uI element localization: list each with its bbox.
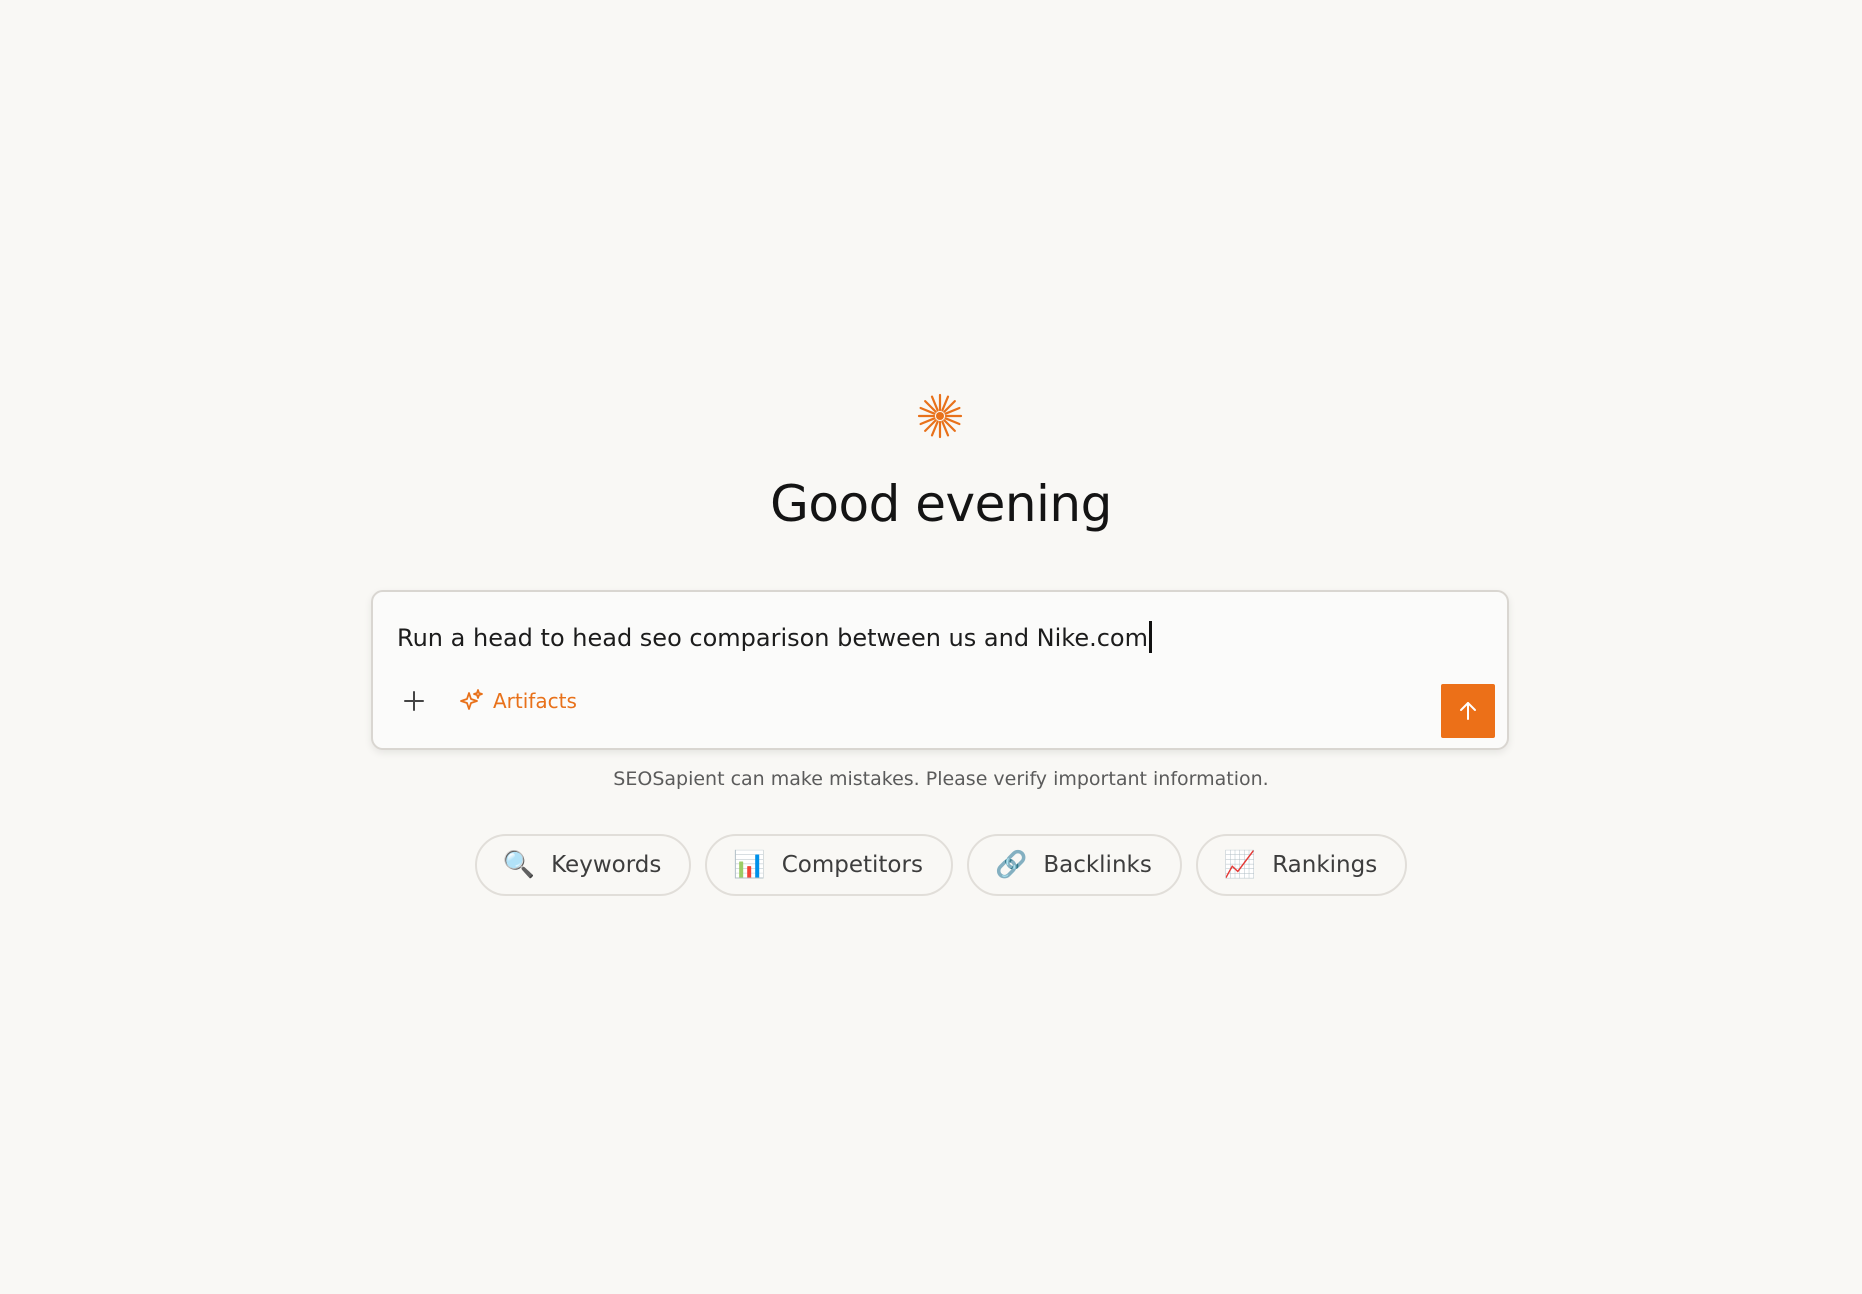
chip-competitors[interactable]: 📊 Competitors bbox=[705, 834, 953, 896]
disclaimer-text: SEOSapient can make mistakes. Please ver… bbox=[613, 768, 1269, 790]
link-icon: 🔗 bbox=[994, 850, 1028, 880]
chip-label: Backlinks bbox=[1043, 852, 1152, 878]
attach-button[interactable] bbox=[397, 684, 431, 718]
chip-label: Competitors bbox=[781, 852, 923, 878]
artifacts-button[interactable]: Artifacts bbox=[459, 684, 577, 718]
prompt-input-text: Run a head to head seo comparison betwee… bbox=[397, 624, 1148, 652]
suggestion-chips: 🔍 Keywords 📊 Competitors 🔗 Backlinks 📈 R… bbox=[0, 834, 1862, 896]
send-button[interactable] bbox=[1441, 684, 1495, 738]
chip-backlinks[interactable]: 🔗 Backlinks bbox=[966, 834, 1182, 896]
arrow-up-icon bbox=[1460, 702, 1476, 720]
chip-keywords[interactable]: 🔍 Keywords bbox=[474, 834, 692, 896]
bar-chart-icon: 📊 bbox=[733, 850, 766, 880]
artifacts-label: Artifacts bbox=[493, 689, 577, 713]
chip-rankings[interactable]: 📈 Rankings bbox=[1195, 834, 1408, 896]
prompt-composer: Run a head to head seo comparison betwee… bbox=[371, 590, 1509, 750]
page: Good evening Run a head to head seo comp… bbox=[0, 0, 1862, 1294]
sparkles-icon bbox=[460, 689, 483, 710]
greeting-heading: Good evening bbox=[770, 475, 1112, 533]
text-caret bbox=[1149, 621, 1152, 653]
plus-icon bbox=[404, 691, 424, 711]
chip-label: Keywords bbox=[551, 852, 662, 878]
trend-up-icon: 📈 bbox=[1223, 850, 1257, 880]
prompt-input[interactable]: Run a head to head seo comparison betwee… bbox=[397, 620, 1152, 656]
magnifier-icon: 🔍 bbox=[502, 850, 536, 880]
sunburst-logo-icon bbox=[917, 393, 963, 439]
chip-label: Rankings bbox=[1272, 852, 1378, 878]
